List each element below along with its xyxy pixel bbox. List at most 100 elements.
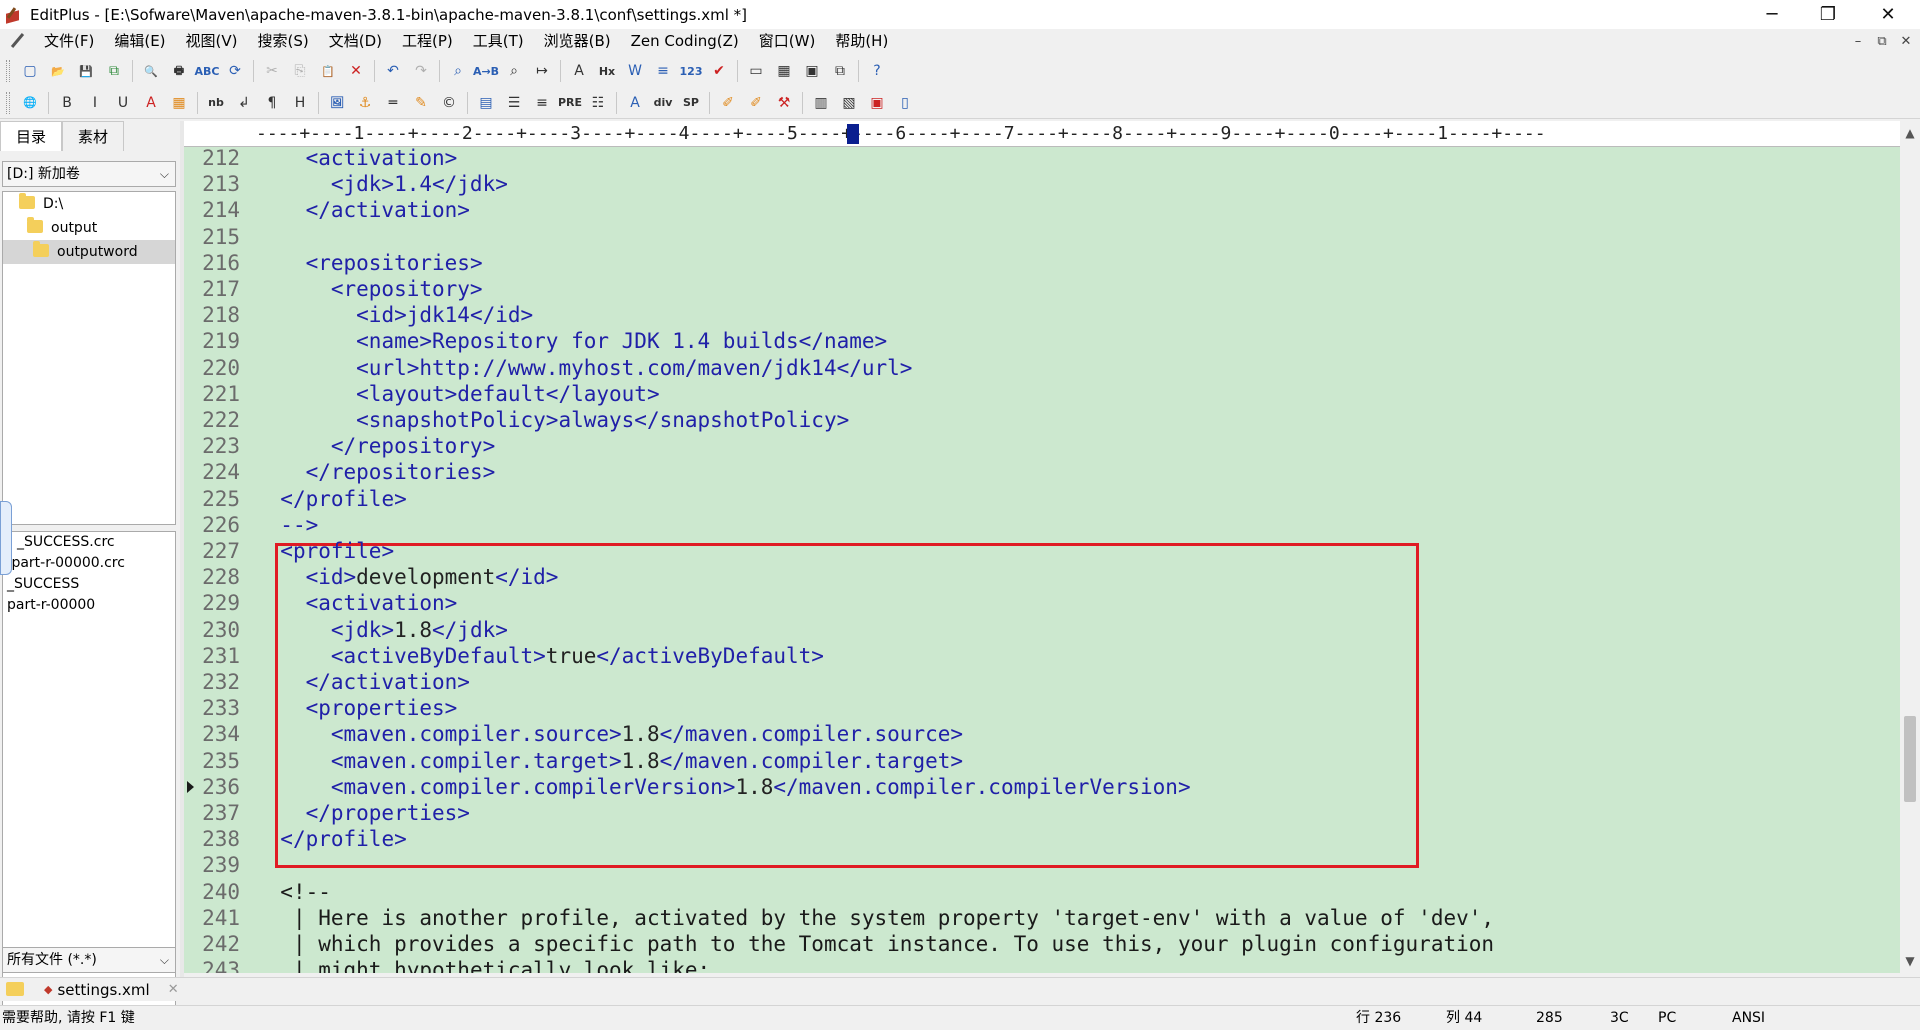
tile-icon[interactable]: ⧉	[828, 59, 852, 83]
line-number-icon[interactable]: ≡	[651, 59, 675, 83]
save-all-icon[interactable]: ⧉	[102, 59, 126, 83]
document-pen-icon[interactable]	[8, 31, 28, 51]
font-color-icon[interactable]: A	[139, 91, 163, 115]
vertical-scrollbar[interactable]: ▲ ▼	[1900, 121, 1920, 973]
check-icon[interactable]: ✔	[707, 59, 731, 83]
print-icon[interactable]: 🖶	[167, 59, 191, 83]
open-file-icon[interactable]: 📂	[46, 59, 70, 83]
word-wrap-icon[interactable]: W	[623, 59, 647, 83]
menu-edit[interactable]: 编辑(E)	[104, 29, 175, 53]
copy-icon[interactable]: ⎘	[288, 59, 312, 83]
panel-icon[interactable]: ▧	[837, 91, 861, 115]
drive-select[interactable]: [D:] 新加卷 ⌵	[2, 161, 176, 187]
tree-item-root[interactable]: D:\	[3, 192, 175, 216]
scrollbar-thumb[interactable]	[1904, 716, 1916, 802]
hr-icon[interactable]: ═	[381, 91, 405, 115]
window-icon[interactable]: ▭	[744, 59, 768, 83]
mdi-minimize-button[interactable]: –	[1846, 30, 1870, 52]
minimize-button[interactable]: ─	[1744, 0, 1800, 29]
column-marker-icon[interactable]: 123	[679, 59, 703, 83]
folder-icon[interactable]	[6, 982, 24, 996]
underline-icon[interactable]: U	[111, 91, 135, 115]
cut-icon[interactable]: ✂	[260, 59, 284, 83]
tree-item-outputword[interactable]: outputword	[3, 240, 175, 264]
align-icon[interactable]: ☰	[502, 91, 526, 115]
new-file-icon[interactable]: ▢	[18, 59, 42, 83]
menu-document[interactable]: 文档(D)	[319, 29, 392, 53]
heading-icon[interactable]: H	[288, 91, 312, 115]
menu-help[interactable]: 帮助(H)	[825, 29, 898, 53]
tab-directory[interactable]: 目录	[0, 121, 62, 151]
restore-button[interactable]: ❐	[1800, 0, 1856, 29]
menu-zen-coding[interactable]: Zen Coding(Z)	[621, 29, 749, 53]
find-icon[interactable]: ⌕	[446, 59, 470, 83]
redo-icon[interactable]: ↷	[409, 59, 433, 83]
file-item[interactable]: .part-r-00000.crc	[3, 553, 175, 574]
menu-project[interactable]: 工程(P)	[392, 29, 463, 53]
span-icon[interactable]: SP	[679, 91, 703, 115]
tab-cliptext[interactable]: 素材	[62, 121, 124, 151]
replace-icon[interactable]: A→B	[473, 59, 499, 83]
toolbar-grip[interactable]	[6, 91, 10, 114]
file-item[interactable]: _SUCCESS.crc	[3, 532, 175, 553]
nbsp-icon[interactable]: nb	[204, 91, 228, 115]
div-icon[interactable]: div	[651, 91, 675, 115]
menu-search[interactable]: 搜索(S)	[248, 29, 319, 53]
directory-tree[interactable]: D:\ output outputword	[2, 191, 176, 525]
mdi-restore-button[interactable]: ⧉	[1870, 30, 1894, 52]
bold-icon[interactable]: B	[55, 91, 79, 115]
scroll-down-icon[interactable]: ▼	[1900, 951, 1920, 971]
menu-file[interactable]: 文件(F)	[34, 29, 104, 53]
menu-window[interactable]: 窗口(W)	[749, 29, 826, 53]
center-icon[interactable]: ≡	[530, 91, 554, 115]
menu-view[interactable]: 视图(V)	[176, 29, 248, 53]
edit-icon[interactable]: ✐	[716, 91, 740, 115]
mdi-close-button[interactable]: ✕	[1894, 30, 1918, 52]
font-tag-icon[interactable]: A	[623, 91, 647, 115]
menu-tools[interactable]: 工具(T)	[463, 29, 534, 53]
file-item[interactable]: part-r-00000	[3, 595, 175, 616]
toolbar-grip[interactable]	[6, 60, 10, 82]
copyright-icon[interactable]: ©	[437, 91, 461, 115]
hx-icon[interactable]: Hx	[595, 59, 619, 83]
menu-browser[interactable]: 浏览器(B)	[534, 29, 621, 53]
frame-icon[interactable]: ▯	[893, 91, 917, 115]
color-picker-icon[interactable]: ⚒	[772, 91, 796, 115]
file-filter-select[interactable]: 所有文件 (*.*) ⌵	[2, 947, 176, 973]
file-item[interactable]: _SUCCESS	[3, 574, 175, 595]
list-icon[interactable]: ☷	[586, 91, 610, 115]
monitor-icon[interactable]: ▣	[800, 59, 824, 83]
color-grid-icon[interactable]: ▦	[167, 91, 191, 115]
paste-icon[interactable]: 📋	[316, 59, 340, 83]
split-window-icon[interactable]: ▦	[772, 59, 796, 83]
undo-icon[interactable]: ↶	[381, 59, 405, 83]
help-icon[interactable]: ?	[865, 59, 889, 83]
print-preview-icon[interactable]: 🔍	[139, 59, 163, 83]
paragraph-icon[interactable]: ¶	[260, 91, 284, 115]
anchor-icon[interactable]: ⚓	[353, 91, 377, 115]
delete-icon[interactable]: ✕	[344, 59, 368, 83]
italic-icon[interactable]: I	[83, 91, 107, 115]
save-icon[interactable]: 💾	[74, 59, 98, 83]
pre-icon[interactable]: PRE	[558, 91, 582, 115]
close-tab-icon[interactable]: ✕	[168, 978, 179, 1002]
font-icon[interactable]: A	[567, 59, 591, 83]
sidebar-collapse-handle[interactable]	[0, 501, 12, 575]
form-icon[interactable]: ▥	[809, 91, 833, 115]
line-break-icon[interactable]: ↲	[232, 91, 256, 115]
globe-icon[interactable]: 🌐	[18, 91, 42, 115]
close-button[interactable]: ✕	[1860, 0, 1916, 29]
code-editor[interactable]: 212 <activation> 213 <jdk>1.4</jdk> 214 </…	[184, 147, 1900, 973]
doc-tab-settings-xml[interactable]: ◆ settings.xml ✕	[44, 978, 179, 1002]
html-tool-icon[interactable]: ✐	[744, 91, 768, 115]
refresh-icon[interactable]: ⟳	[223, 59, 247, 83]
scroll-up-icon[interactable]: ▲	[1900, 123, 1920, 143]
table-icon[interactable]: ▤	[474, 91, 498, 115]
highlighter-icon[interactable]: ✎	[409, 91, 433, 115]
spell-check-icon[interactable]: ABC	[195, 59, 220, 83]
goto-line-icon[interactable]: ↦	[530, 59, 554, 83]
image-icon[interactable]: 🖼	[325, 91, 349, 115]
tree-item-output[interactable]: output	[3, 216, 175, 240]
find-in-files-icon[interactable]: ⌕	[502, 59, 526, 83]
screen-icon[interactable]: ▣	[865, 91, 889, 115]
